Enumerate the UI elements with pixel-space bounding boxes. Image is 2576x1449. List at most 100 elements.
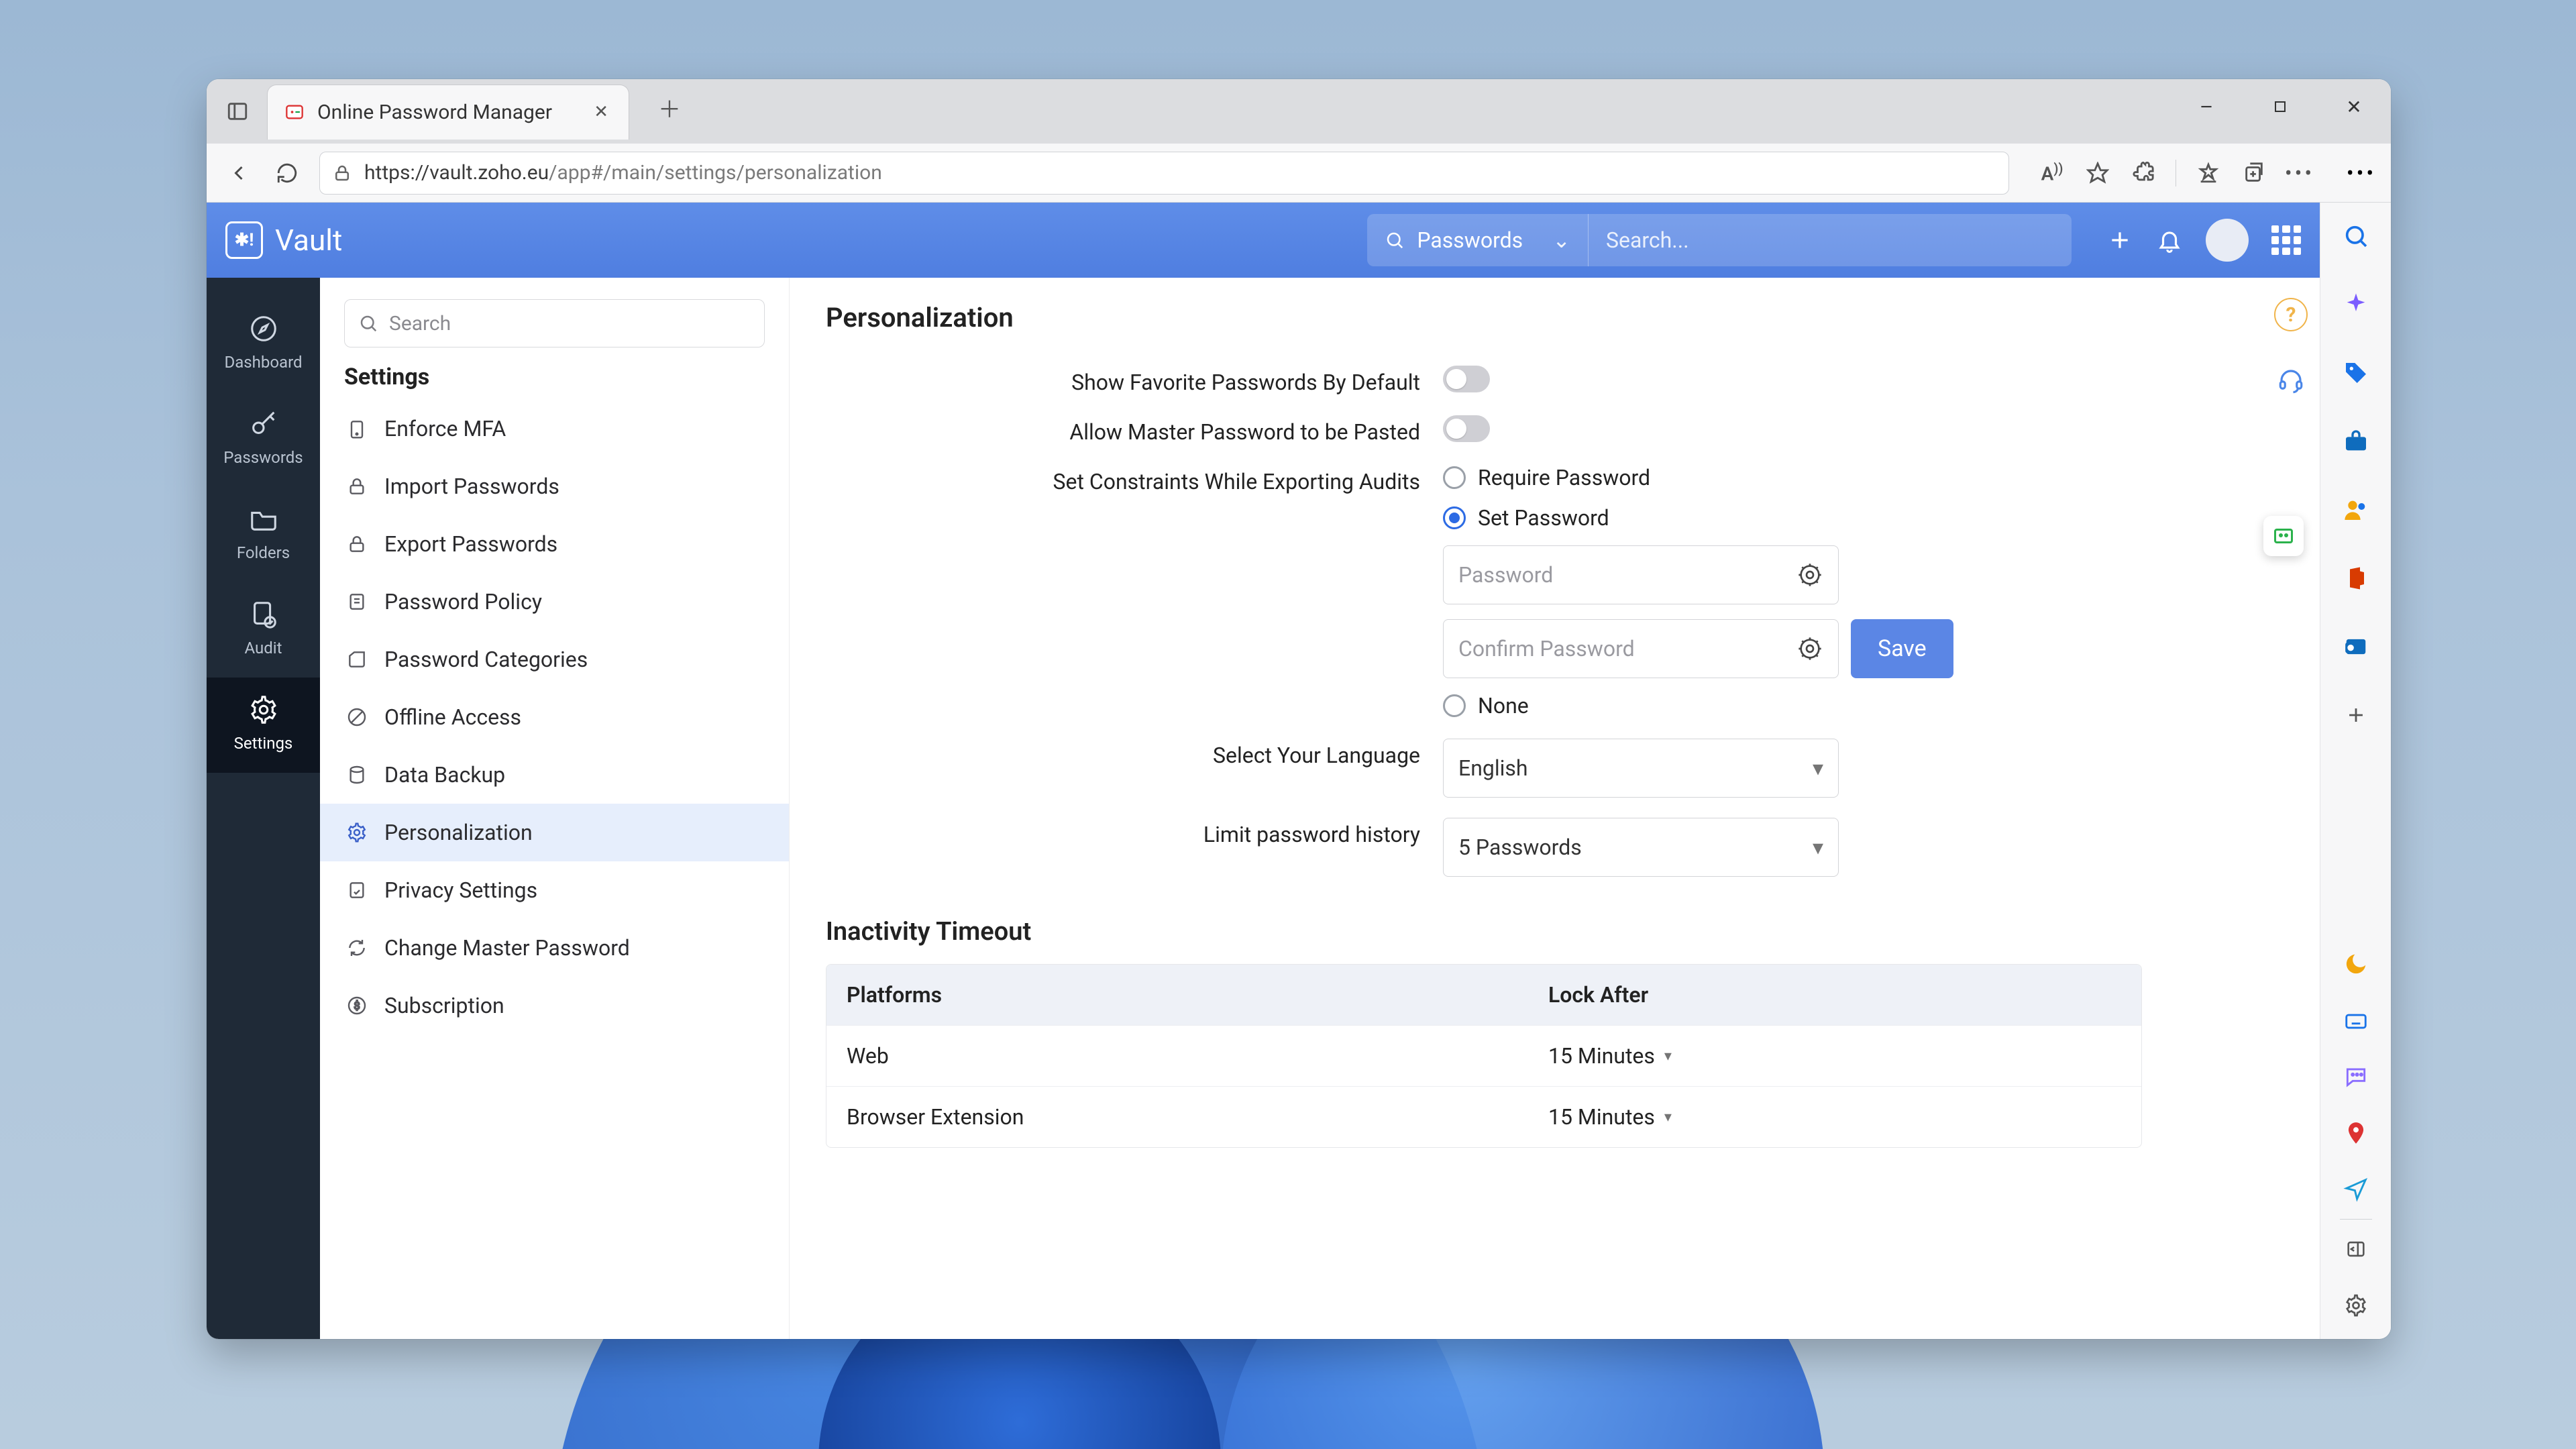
export-confirm-password-field[interactable] bbox=[1443, 619, 1839, 678]
extension-puzzle-icon[interactable] bbox=[2130, 160, 2157, 186]
paste-toggle-label: Allow Master Password to be Pasted bbox=[826, 415, 1443, 445]
gear-icon bbox=[344, 820, 370, 845]
favorites-list-button[interactable] bbox=[2195, 160, 2222, 186]
sidebar-send-icon[interactable] bbox=[2341, 1175, 2371, 1204]
tab-close-button[interactable]: ✕ bbox=[590, 98, 612, 126]
favorite-toggle-label: Show Favorite Passwords By Default bbox=[826, 366, 1443, 395]
settings-item-offline-access[interactable]: Offline Access bbox=[320, 688, 789, 746]
window-maximize-button[interactable] bbox=[2243, 79, 2317, 134]
help-button[interactable]: ? bbox=[2274, 298, 2308, 331]
main-panel: Personalization Show Favorite Passwords … bbox=[790, 278, 2320, 1339]
search-scope-dropdown[interactable]: Passwords ⌄ bbox=[1367, 214, 1589, 266]
radio-require-password[interactable]: Require Password bbox=[1443, 465, 2284, 490]
site-identity-lock-icon[interactable] bbox=[332, 163, 352, 183]
address-bar[interactable]: https://vault.zoho.eu/app#/main/settings… bbox=[319, 152, 2009, 195]
show-password-icon[interactable] bbox=[1796, 561, 1823, 588]
radio-set-password[interactable]: Set Password bbox=[1443, 505, 2284, 531]
address-url-host: https://vault.zoho.eu bbox=[364, 161, 549, 184]
app-logo[interactable]: ✱! Vault bbox=[225, 221, 342, 259]
settings-item-password-policy[interactable]: Password Policy bbox=[320, 573, 789, 631]
history-select[interactable]: 5 Passwords▾ bbox=[1443, 818, 1839, 877]
caret-down-icon: ▾ bbox=[1664, 1109, 1672, 1126]
settings-sidebar: Settings Enforce MFA Import Passwords Ex… bbox=[320, 278, 790, 1339]
sidebar-sparkle-icon[interactable] bbox=[2341, 290, 2371, 319]
search-icon bbox=[1385, 230, 1405, 250]
lock-icon bbox=[344, 531, 370, 557]
rail-item-settings[interactable]: Settings bbox=[207, 678, 320, 773]
export-password-input[interactable] bbox=[1458, 562, 1796, 588]
col-platforms: Platforms bbox=[826, 965, 1528, 1025]
svg-text:$: $ bbox=[354, 999, 360, 1012]
window-minimize-button[interactable] bbox=[2169, 79, 2243, 134]
sidebar-people-icon[interactable] bbox=[2341, 495, 2371, 525]
favorite-toggle[interactable] bbox=[1443, 366, 1490, 392]
settings-item-personalization[interactable]: Personalization bbox=[320, 804, 789, 861]
sidebar-collapse-icon[interactable] bbox=[2341, 1234, 2371, 1264]
app-search-input[interactable] bbox=[1606, 227, 2054, 253]
app-search-field[interactable] bbox=[1589, 214, 2072, 266]
platform-cell: Web bbox=[826, 1026, 1528, 1086]
settings-item-import-passwords[interactable]: Import Passwords bbox=[320, 458, 789, 515]
settings-search-input[interactable] bbox=[389, 312, 751, 335]
add-button[interactable] bbox=[2106, 227, 2133, 254]
browser-more-button[interactable]: ••• bbox=[2286, 160, 2313, 186]
sidebar-tag-icon[interactable] bbox=[2341, 358, 2371, 388]
new-tab-button[interactable]: ＋ bbox=[649, 87, 690, 127]
sidebar-keyboard-icon[interactable] bbox=[2341, 1006, 2371, 1035]
notifications-bell-icon[interactable] bbox=[2156, 227, 2183, 254]
tab-title: Online Password Manager bbox=[317, 101, 552, 124]
table-row: Web 15 Minutes▾ bbox=[826, 1025, 2141, 1086]
read-aloud-button[interactable]: A)) bbox=[2039, 160, 2065, 186]
settings-item-privacy-settings[interactable]: Privacy Settings bbox=[320, 861, 789, 919]
support-headset-icon[interactable] bbox=[2274, 364, 2308, 397]
rail-item-folders[interactable]: Folders bbox=[207, 487, 320, 582]
sidebar-office-icon[interactable] bbox=[2341, 564, 2371, 593]
app-switcher-icon[interactable] bbox=[2271, 225, 2301, 255]
tab-actions-button[interactable] bbox=[220, 94, 255, 129]
profile-avatar[interactable] bbox=[2206, 219, 2249, 262]
lock-after-dropdown[interactable]: 15 Minutes▾ bbox=[1528, 1026, 2141, 1086]
page-content: ✱! Vault Passwords ⌄ bbox=[207, 203, 2320, 1339]
settings-item-password-categories[interactable]: Password Categories bbox=[320, 631, 789, 688]
rail-label: Folders bbox=[237, 543, 290, 562]
sidebar-settings-gear-icon[interactable] bbox=[2341, 1291, 2371, 1320]
sidebar-outlook-icon[interactable] bbox=[2341, 632, 2371, 661]
settings-item-data-backup[interactable]: Data Backup bbox=[320, 746, 789, 804]
settings-item-enforce-mfa[interactable]: Enforce MFA bbox=[320, 400, 789, 458]
rail-item-dashboard[interactable]: Dashboard bbox=[207, 297, 320, 392]
settings-search-field[interactable] bbox=[344, 299, 765, 347]
browser-tab-active[interactable]: Online Password Manager ✕ bbox=[267, 85, 629, 140]
nav-back-button[interactable] bbox=[223, 157, 255, 189]
collections-button[interactable] bbox=[2241, 160, 2267, 186]
favorite-star-button[interactable] bbox=[2084, 160, 2111, 186]
show-password-icon[interactable] bbox=[1796, 635, 1823, 662]
radio-none[interactable]: None bbox=[1443, 693, 2284, 718]
settings-item-subscription[interactable]: $Subscription bbox=[320, 977, 789, 1034]
window-close-button[interactable]: ✕ bbox=[2317, 79, 2391, 134]
left-nav-rail: Dashboard Passwords Folders Audit bbox=[207, 278, 320, 1339]
export-confirm-password-input[interactable] bbox=[1458, 636, 1796, 661]
settings-item-change-master-password[interactable]: Change Master Password bbox=[320, 919, 789, 977]
sidebar-map-pin-icon[interactable] bbox=[2341, 1118, 2371, 1148]
sidebar-search-icon[interactable] bbox=[2341, 221, 2371, 251]
export-password-field[interactable] bbox=[1443, 545, 1839, 604]
lock-after-dropdown[interactable]: 15 Minutes▾ bbox=[1528, 1087, 2141, 1147]
browser-menu-button[interactable]: ••• bbox=[2348, 160, 2375, 186]
sidebar-chat-icon[interactable] bbox=[2341, 1062, 2371, 1091]
language-select-label: Select Your Language bbox=[826, 739, 1443, 768]
save-button[interactable]: Save bbox=[1851, 619, 1953, 678]
shield-icon bbox=[344, 416, 370, 441]
timeout-table: Platforms Lock After Web 15 Minutes▾ Bro… bbox=[826, 964, 2142, 1148]
subscription-icon: $ bbox=[344, 993, 370, 1018]
sidebar-add-button[interactable] bbox=[2341, 700, 2371, 730]
language-select[interactable]: English▾ bbox=[1443, 739, 1839, 798]
rail-item-audit[interactable]: Audit bbox=[207, 582, 320, 678]
sidebar-briefcase-icon[interactable] bbox=[2341, 427, 2371, 456]
export-constraints-label: Set Constraints While Exporting Audits bbox=[826, 465, 1443, 494]
settings-item-export-passwords[interactable]: Export Passwords bbox=[320, 515, 789, 573]
rail-item-passwords[interactable]: Passwords bbox=[207, 392, 320, 487]
password-manager-hint-icon[interactable] bbox=[2263, 516, 2304, 556]
nav-refresh-button[interactable] bbox=[271, 157, 303, 189]
sidebar-moon-icon[interactable] bbox=[2341, 949, 2371, 979]
paste-toggle[interactable] bbox=[1443, 415, 1490, 442]
